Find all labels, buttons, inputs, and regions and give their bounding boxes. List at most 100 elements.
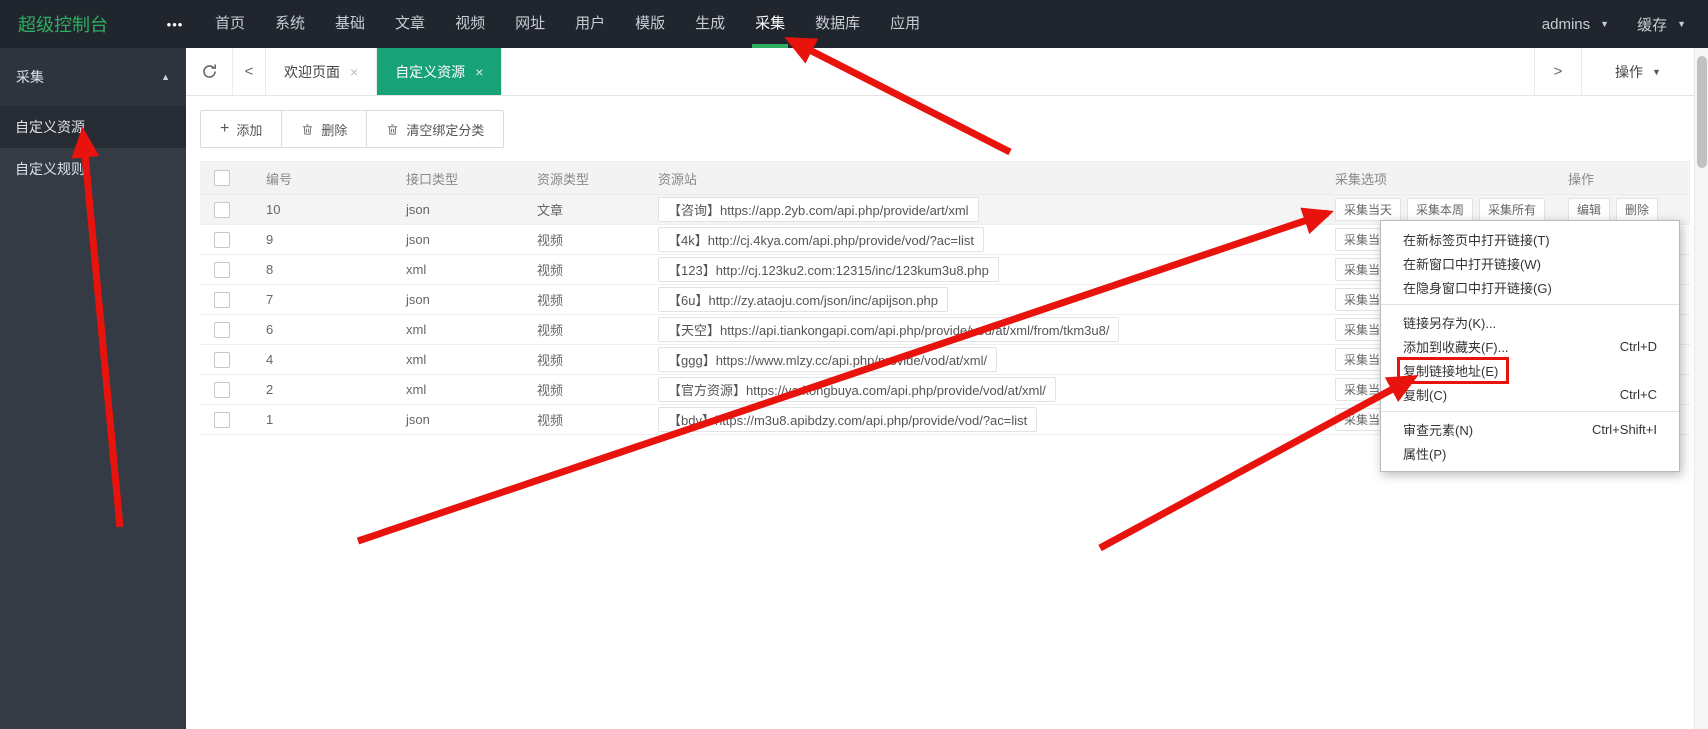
menu-item-label: 在隐身窗口中打开链接(G)	[1403, 278, 1552, 297]
resource-link[interactable]: 【4k】http://cj.4kya.com/api.php/provide/v…	[658, 227, 984, 252]
resource-link[interactable]: 【6u】http://zy.ataoju.com/json/inc/apijso…	[658, 287, 948, 312]
plus-icon: +	[220, 120, 229, 138]
collapse-menu-icon[interactable]: •••	[150, 17, 200, 32]
nav-item[interactable]: 用户	[560, 0, 620, 48]
cell-resource-type: 视频	[523, 380, 643, 399]
nav-item[interactable]: 系统	[260, 0, 320, 48]
tab[interactable]: 欢迎页面 ×	[266, 48, 377, 95]
menu-item-label: 复制(C)	[1403, 385, 1447, 404]
context-menu-item[interactable]: 在新窗口中打开链接(W)	[1381, 251, 1679, 275]
topbar-right: admins ▼ 缓存 ▼	[1542, 14, 1708, 35]
row-checkbox[interactable]	[214, 382, 230, 398]
resource-link[interactable]: 【天空】https://api.tiankongapi.com/api.php/…	[658, 317, 1119, 342]
delete-button[interactable]: 删除	[282, 110, 367, 148]
context-menu-item[interactable]: 添加到收藏夹(F)...Ctrl+D	[1381, 334, 1679, 358]
menu-item-label: 在新窗口中打开链接(W)	[1403, 254, 1541, 273]
nav-item[interactable]: 文章	[380, 0, 440, 48]
row-checkbox-cell	[200, 411, 252, 428]
cell-resource-type: 视频	[523, 290, 643, 309]
nav-item[interactable]: 采集	[740, 0, 800, 48]
nav-item[interactable]: 首页	[200, 0, 260, 48]
refresh-button[interactable]	[186, 48, 233, 95]
nav-item[interactable]: 生成	[680, 0, 740, 48]
cell-resource-site: 【天空】https://api.tiankongapi.com/api.php/…	[643, 317, 1320, 342]
row-checkbox[interactable]	[214, 412, 230, 428]
context-menu-item[interactable]: 审查元素(N) Ctrl+Shift+I	[1381, 417, 1679, 441]
tab-operations-label: 操作	[1615, 62, 1643, 82]
row-checkbox[interactable]	[214, 232, 230, 248]
cell-id: 2	[252, 382, 392, 397]
select-all-checkbox[interactable]	[214, 170, 230, 186]
tabs-scroll-left-button[interactable]: <	[233, 48, 266, 95]
scrollbar-thumb[interactable]	[1697, 56, 1707, 168]
cell-id: 10	[252, 202, 392, 217]
context-menu-item[interactable]: 链接另存为(K)...	[1381, 310, 1679, 334]
collect-button[interactable]: 采集本周	[1407, 198, 1473, 221]
row-checkbox[interactable]	[214, 322, 230, 338]
cell-resource-site: 【官方资源】https://ya.kongbuya.com/api.php/pr…	[643, 377, 1320, 402]
chevron-right-icon: >	[1554, 63, 1563, 80]
cell-id: 1	[252, 412, 392, 427]
context-menu-item[interactable]: 属性(P)	[1381, 441, 1679, 465]
clear-category-button[interactable]: 清空绑定分类	[367, 110, 504, 148]
context-menu-item[interactable]: 复制(C)Ctrl+C	[1381, 382, 1679, 406]
row-checkbox[interactable]	[214, 262, 230, 278]
sidebar: 采集 ▲ 自定义资源自定义规则	[0, 48, 186, 729]
caret-down-icon: ▼	[1600, 19, 1609, 29]
tab-label: 欢迎页面	[284, 62, 340, 82]
menu-item-label: 在新标签页中打开链接(T)	[1403, 230, 1550, 249]
tab-close-icon[interactable]: ×	[475, 64, 483, 80]
row-checkbox[interactable]	[214, 352, 230, 368]
row-checkbox-cell	[200, 231, 252, 248]
nav-item[interactable]: 网址	[500, 0, 560, 48]
resource-link[interactable]: 【bdy】https://m3u8.apibdzy.com/api.php/pr…	[658, 407, 1037, 432]
add-button[interactable]: + 添加	[200, 110, 282, 148]
tab-operations-dropdown[interactable]: 操作 ▼	[1581, 48, 1694, 95]
context-menu-item[interactable]: 复制链接地址(E)	[1381, 358, 1679, 382]
toolbar: + 添加 删除 清空绑定分类	[200, 110, 1694, 148]
menu-item-label: 审查元素(N)	[1403, 420, 1473, 439]
nav-item[interactable]: 应用	[875, 0, 935, 48]
collect-button[interactable]: 采集当天	[1335, 198, 1401, 221]
row-checkbox-cell	[200, 351, 252, 368]
sidebar-group-header[interactable]: 采集 ▲	[0, 48, 186, 106]
cell-id: 6	[252, 322, 392, 337]
sidebar-item[interactable]: 自定义规则	[0, 148, 186, 190]
header-checkbox-cell	[200, 170, 252, 187]
nav-item[interactable]: 视频	[440, 0, 500, 48]
resource-link[interactable]: 【咨询】https://app.2yb.com/api.php/provide/…	[658, 197, 979, 222]
top-nav: 首页系统基础文章视频网址用户模版生成采集数据库应用	[200, 0, 935, 48]
tabs-scroll-right-button[interactable]: >	[1534, 48, 1581, 95]
collect-button[interactable]: 采集所有	[1479, 198, 1545, 221]
user-menu[interactable]: admins ▼	[1542, 16, 1609, 33]
shortcut-label: Ctrl+Shift+I	[1592, 422, 1657, 437]
cell-resource-type: 文章	[523, 200, 643, 219]
tab-label: 自定义资源	[395, 62, 465, 82]
row-checkbox-cell	[200, 261, 252, 278]
nav-item[interactable]: 数据库	[800, 0, 875, 48]
resource-link[interactable]: 【123】http://cj.123ku2.com:12315/inc/123k…	[658, 257, 999, 282]
tab[interactable]: 自定义资源 ×	[377, 48, 502, 95]
top-bar: 超级控制台 ••• 首页系统基础文章视频网址用户模版生成采集数据库应用 admi…	[0, 0, 1708, 48]
row-checkbox[interactable]	[214, 292, 230, 308]
nav-item[interactable]: 基础	[320, 0, 380, 48]
column-header: 资源站	[643, 169, 1320, 188]
row-action-button[interactable]: 删除	[1616, 198, 1658, 221]
context-menu-item[interactable]: 在隐身窗口中打开链接(G)	[1381, 275, 1679, 299]
row-checkbox[interactable]	[214, 202, 230, 218]
sidebar-item[interactable]: 自定义资源	[0, 106, 186, 148]
trash-icon	[301, 123, 314, 136]
resource-link[interactable]: 【官方资源】https://ya.kongbuya.com/api.php/pr…	[658, 377, 1056, 402]
caret-down-icon: ▼	[1677, 19, 1686, 29]
resource-link[interactable]: 【ggg】https://www.mlzy.cc/api.php/provide…	[658, 347, 997, 372]
cell-api-type: xml	[392, 382, 523, 397]
cell-id: 8	[252, 262, 392, 277]
context-menu-item[interactable]: 在新标签页中打开链接(T)	[1381, 227, 1679, 251]
nav-item[interactable]: 模版	[620, 0, 680, 48]
cache-menu[interactable]: 缓存 ▼	[1637, 14, 1686, 35]
tab-close-icon[interactable]: ×	[350, 64, 358, 80]
vertical-scrollbar[interactable]	[1694, 48, 1708, 729]
row-action-button[interactable]: 编辑	[1568, 198, 1610, 221]
cell-resource-site: 【咨询】https://app.2yb.com/api.php/provide/…	[643, 197, 1320, 222]
delete-button-label: 删除	[321, 120, 347, 139]
